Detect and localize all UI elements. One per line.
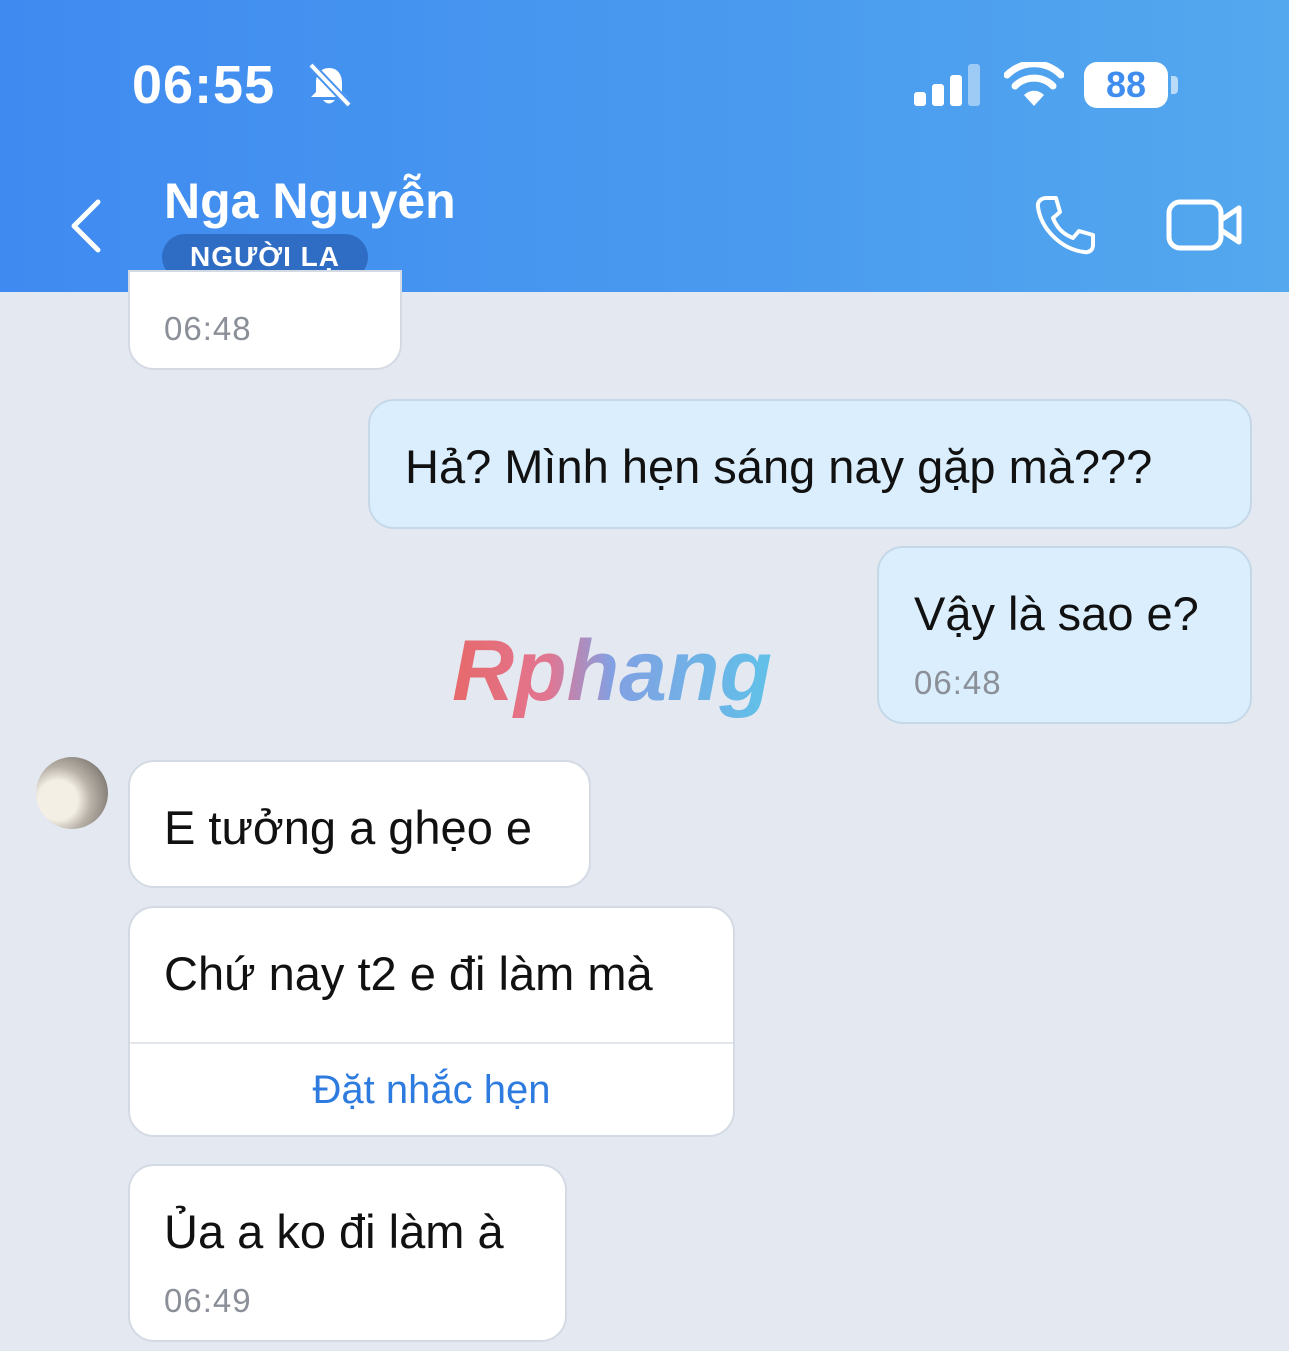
message-text: E tưởng a ghẹo e — [164, 801, 533, 854]
message-text: Hả? Mình hẹn sáng nay gặp mà??? — [405, 440, 1153, 493]
message-text: Ủa a ko đi làm à — [164, 1205, 504, 1258]
video-call-icon[interactable] — [1166, 198, 1244, 252]
message-bubble-received[interactable]: Ủa a ko đi làm à 06:49 — [128, 1164, 567, 1342]
message-bubble-sent[interactable]: Hả? Mình hẹn sáng nay gặp mà??? — [368, 399, 1252, 529]
contact-name[interactable]: Nga Nguyễn — [164, 172, 456, 230]
phone-call-icon[interactable] — [1032, 194, 1098, 256]
battery-tip — [1171, 76, 1178, 94]
message-bubble-received[interactable]: E tưởng a ghẹo e — [128, 760, 591, 888]
wifi-icon — [1004, 62, 1064, 106]
message-time: 06:48 — [164, 310, 252, 347]
rphang-watermark-logo: Rphang — [452, 623, 772, 719]
message-time: 06:48 — [914, 664, 1002, 701]
contact-avatar[interactable] — [36, 757, 108, 829]
battery-level: 88 — [1105, 64, 1147, 105]
message-text: Chứ nay t2 e đi làm mà — [164, 947, 653, 1000]
chat-screen: 06:55 88 Nga Nguyễn NGƯỜI LẠ 06:48 Hả? M… — [0, 0, 1289, 1351]
set-reminder-button[interactable]: Đặt nhắc hẹn — [130, 1044, 733, 1137]
back-chevron-icon[interactable] — [64, 196, 114, 256]
battery-icon: 88 — [1084, 62, 1168, 108]
message-time: 06:49 — [164, 1282, 252, 1319]
watermark-text: Rphang — [452, 623, 772, 719]
message-text: Vậy là sao e? — [914, 587, 1199, 640]
message-bubble-received[interactable]: Chứ nay t2 e đi làm mà Đặt nhắc hẹn — [128, 906, 735, 1137]
bell-slash-icon — [308, 62, 352, 108]
chat-header: 06:55 88 Nga Nguyễn NGƯỜI LẠ — [0, 0, 1289, 292]
message-bubble-received[interactable]: 06:48 — [128, 270, 402, 370]
status-time: 06:55 — [132, 55, 276, 115]
cellular-signal-icon — [914, 64, 980, 106]
message-bubble-sent[interactable]: Vậy là sao e? 06:48 — [877, 546, 1252, 724]
